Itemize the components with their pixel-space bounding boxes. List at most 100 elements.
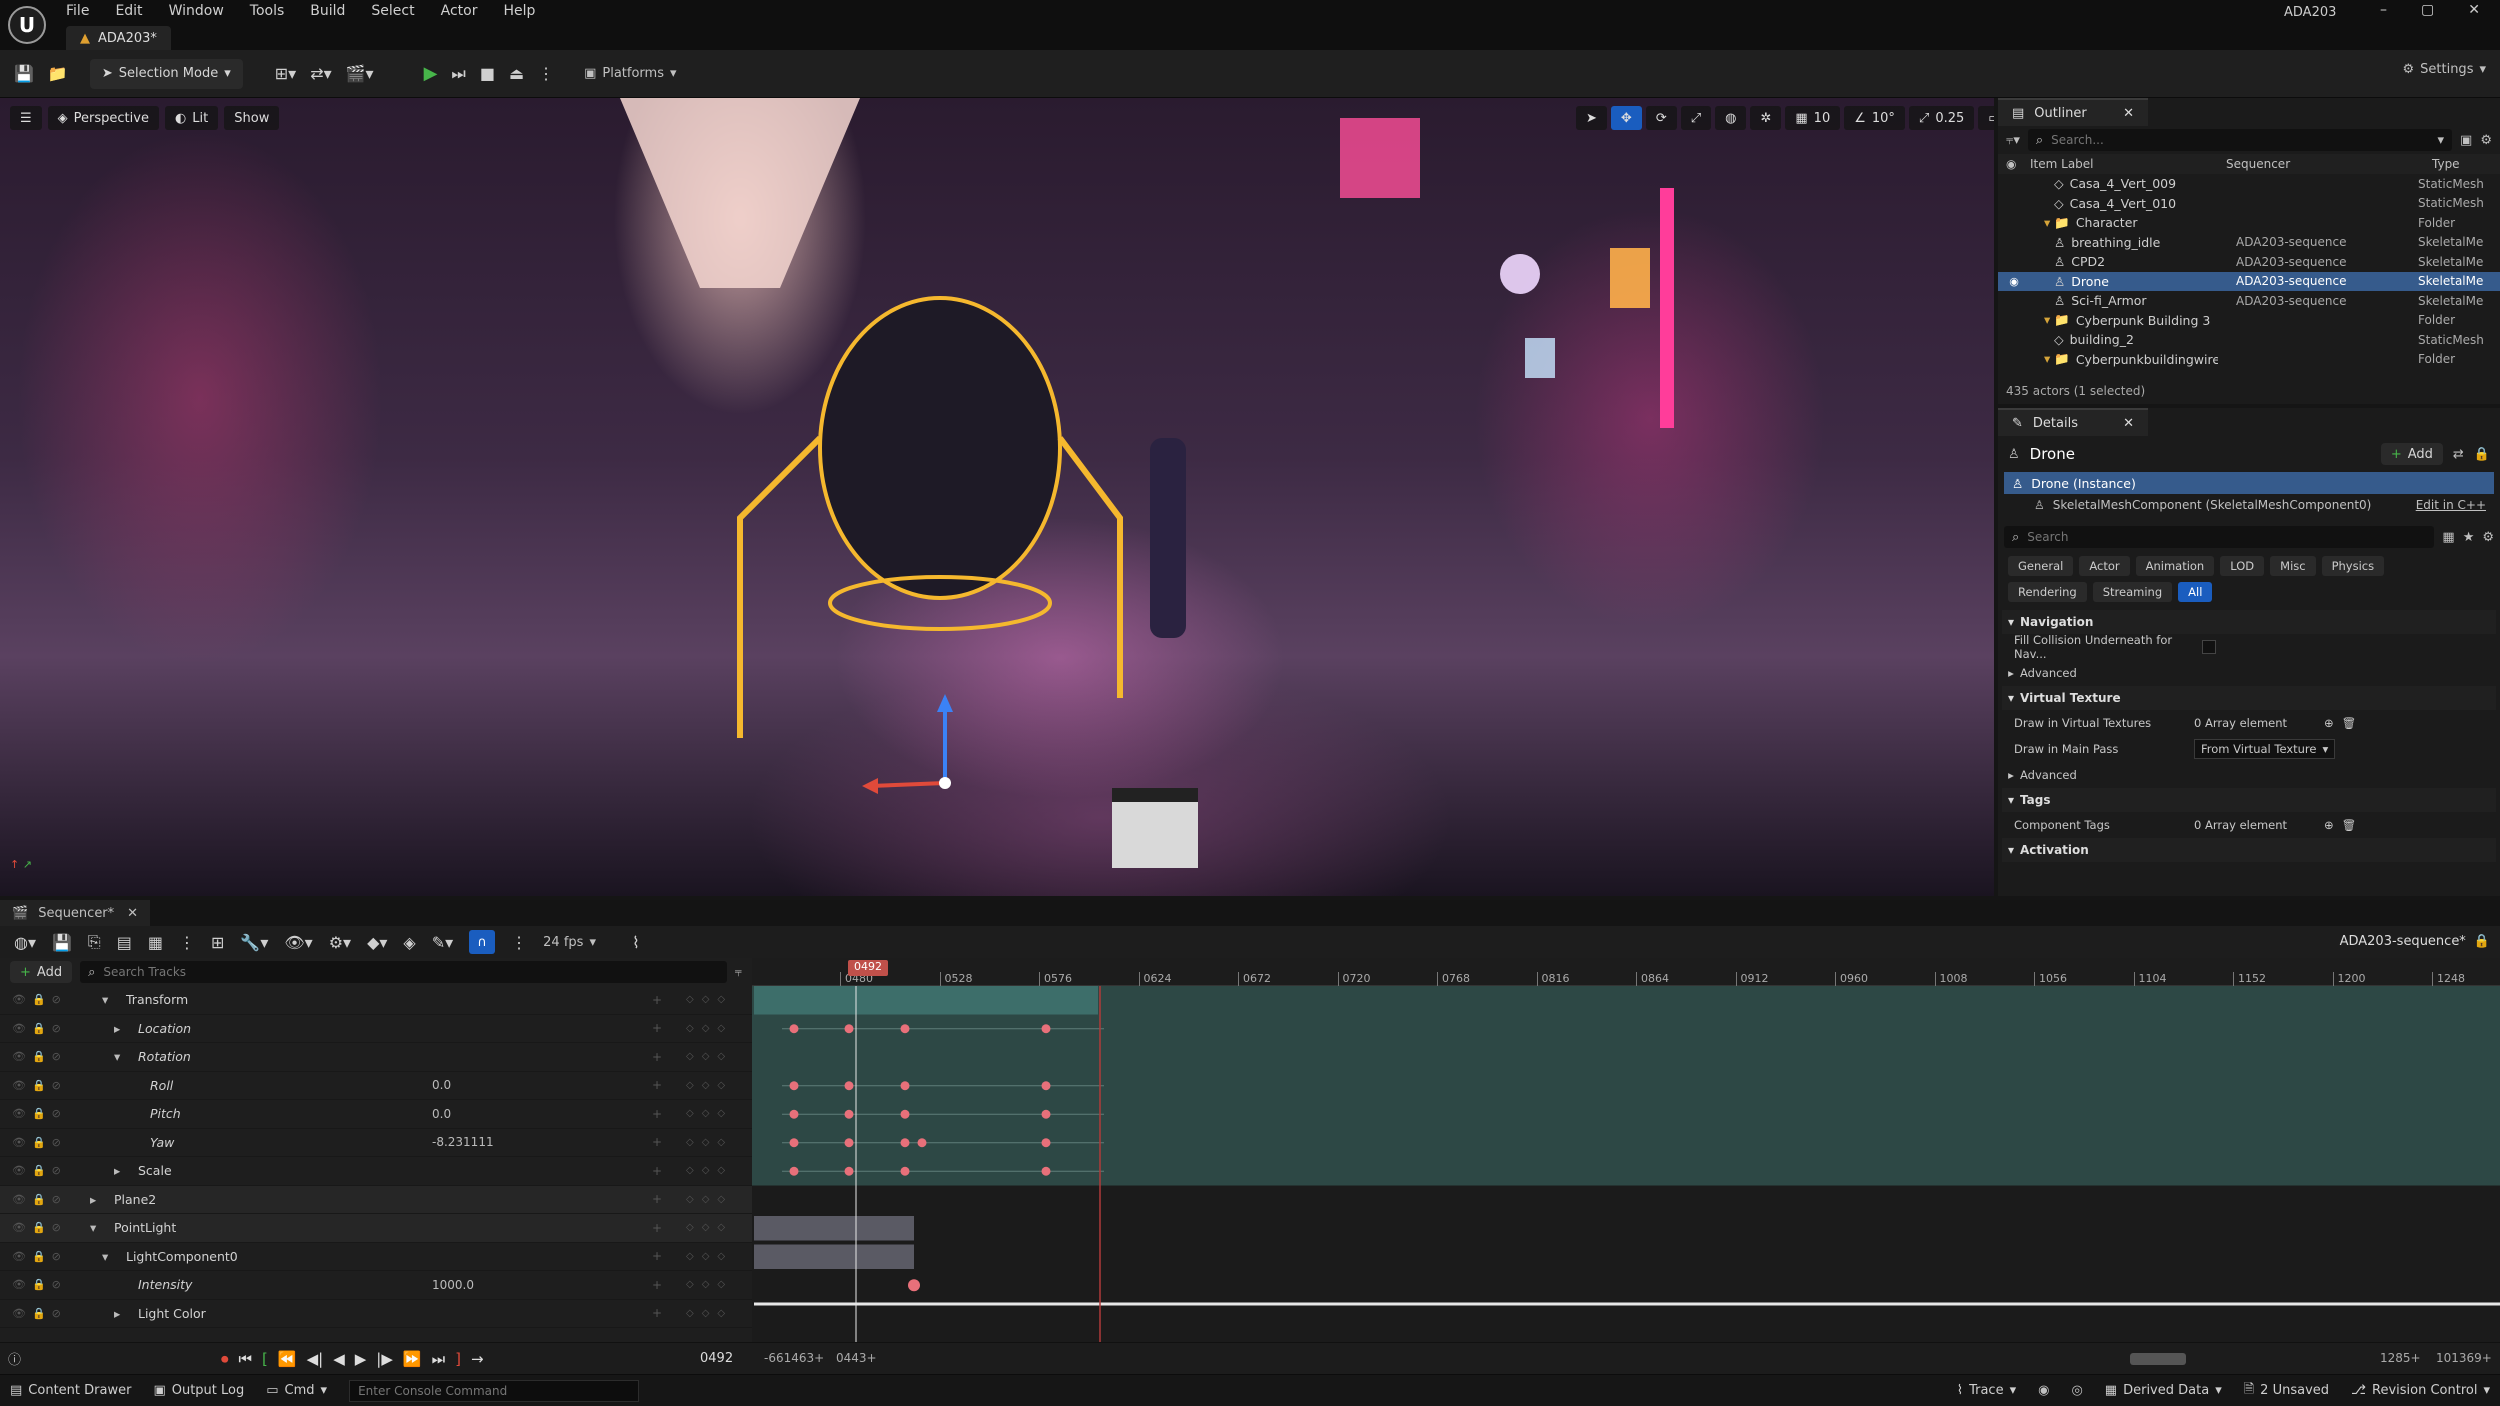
more-options-icon[interactable]: ⋮ xyxy=(511,933,527,952)
rotate-tool-button[interactable]: ⟳ xyxy=(1645,106,1677,130)
add-key-track-icon[interactable]: + xyxy=(652,1249,662,1263)
chevron-down-icon[interactable]: ▾ xyxy=(90,1220,106,1235)
keyframe[interactable] xyxy=(789,1138,799,1148)
menu-edit[interactable]: Edit xyxy=(115,3,142,19)
track-row[interactable]: 👁🔒⊘ Intensity 1000.0 + ◇◇◇ xyxy=(0,1271,752,1300)
edit-mode-icon[interactable]: ✎▾ xyxy=(432,933,453,952)
visibility-eye-icon[interactable]: ◉ xyxy=(1998,275,2030,288)
key-navigation-icon[interactable]: ◇◇◇ xyxy=(686,1023,733,1034)
component-instance-row[interactable]: ♙ Drone (Instance) xyxy=(2004,472,2494,494)
category-all-button[interactable]: All xyxy=(2178,582,2213,602)
info-icon[interactable]: ⓘ xyxy=(8,1349,21,1368)
table-view-icon[interactable]: ▦ xyxy=(2442,530,2454,545)
clapper-icon[interactable] xyxy=(1112,796,1198,868)
track-search-input[interactable] xyxy=(103,965,719,979)
gear-icon[interactable]: ⚙ xyxy=(2480,133,2492,148)
surface-snap-button[interactable]: ✲ xyxy=(1750,106,1782,130)
jump-start-icon[interactable]: ⏮ xyxy=(239,1350,253,1368)
pointlight-section[interactable] xyxy=(754,1244,914,1270)
track-row[interactable]: 👁🔒⊘ ▸ Scale + ◇◇◇ xyxy=(0,1157,752,1186)
chevron-down-icon[interactable]: ▾ xyxy=(90,992,118,1007)
track-row[interactable]: 👁🔒⊘ ▾ Rotation + ◇◇◇ xyxy=(0,1043,752,1072)
menu-select[interactable]: Select xyxy=(371,3,414,19)
section-navigation[interactable]: ▾ Navigation xyxy=(2002,610,2496,634)
trace-button[interactable]: ⌇ Trace ▾ xyxy=(1957,1383,2016,1398)
playhead-label[interactable]: 0492 xyxy=(848,960,888,976)
gizmo-x-axis[interactable] xyxy=(869,781,946,788)
track-row[interactable]: 👁🔒⊘ ▸ Location + ◇◇◇ xyxy=(0,1014,752,1043)
add-key-track-icon[interactable]: + xyxy=(652,1278,662,1292)
current-frame-field[interactable]: 0492 xyxy=(700,1351,733,1366)
perspective-button[interactable]: ◈ Perspective xyxy=(47,106,159,130)
gizmo-z-arrow[interactable] xyxy=(937,694,953,712)
cmd-dropdown[interactable]: ▭ Cmd ▾ xyxy=(266,1383,327,1398)
category-actor-button[interactable]: Actor xyxy=(2079,556,2130,576)
prev-frame-icon[interactable]: ◀| xyxy=(307,1350,324,1368)
camera-speed-button[interactable]: ▭ 1 xyxy=(1978,106,1994,130)
grid-snap-button[interactable]: ▦ 10 xyxy=(1785,106,1841,130)
maximize-button[interactable]: ▢ xyxy=(2421,2,2434,18)
unreal-logo-icon[interactable]: U xyxy=(8,6,46,44)
close-icon[interactable]: ✕ xyxy=(2123,416,2134,431)
intensity-keyframe[interactable] xyxy=(908,1279,920,1292)
more-options-icon[interactable]: ⋮ xyxy=(179,933,195,952)
section-advanced-2[interactable]: ▸ Advanced xyxy=(2002,762,2496,788)
col-type[interactable]: Type xyxy=(2432,157,2460,171)
view-end-field[interactable]: 101369+ xyxy=(2436,1351,2492,1365)
key-navigation-icon[interactable]: ◇◇◇ xyxy=(686,1308,733,1319)
key-navigation-icon[interactable]: ◇◇◇ xyxy=(686,1137,733,1148)
curve-editor-icon[interactable]: ⌇ xyxy=(632,933,640,952)
track-value[interactable]: 0.0 xyxy=(432,1107,451,1121)
trash-icon[interactable]: 🗑 xyxy=(2342,818,2357,832)
add-key-track-icon[interactable]: + xyxy=(652,1050,662,1064)
scale-tool-button[interactable]: ⤢ xyxy=(1680,106,1712,130)
blueprint-icon[interactable]: ⇄▾ xyxy=(310,64,331,83)
track-row[interactable]: 👁🔒⊘ ▾ PointLight + ◇◇◇ xyxy=(0,1214,752,1243)
outliner-row[interactable]: ◇ Casa_4_Vert_009 StaticMesh xyxy=(1998,174,2500,194)
save-icon[interactable]: 💾 xyxy=(14,64,34,83)
snap-icon[interactable]: ∩ xyxy=(469,930,496,954)
rotation-snap-button[interactable]: ∠ 10° xyxy=(1844,106,1905,130)
outliner-row[interactable]: ▾ 📁 Cyberpunkbuildingwire Folder xyxy=(1998,350,2500,370)
level-tab[interactable]: ▲ ADA203* xyxy=(66,26,171,50)
keyframe[interactable] xyxy=(900,1081,910,1091)
save-icon[interactable]: 💾 xyxy=(52,933,72,952)
section-virtual-texture[interactable]: ▾ Virtual Texture xyxy=(2002,686,2496,710)
key-navigation-icon[interactable]: ◇◇◇ xyxy=(686,1108,733,1119)
edit-cpp-link[interactable]: Edit in C++ xyxy=(2416,498,2486,512)
keyframe[interactable] xyxy=(789,1024,799,1034)
minimize-button[interactable]: – xyxy=(2380,2,2387,18)
track-lock-icon[interactable]: 👁🔒⊘ xyxy=(0,1136,90,1149)
chevron-right-icon[interactable]: ▸ xyxy=(90,1192,106,1207)
add-key-track-icon[interactable]: + xyxy=(652,1164,662,1178)
track-lock-icon[interactable]: 👁🔒⊘ xyxy=(0,993,90,1006)
details-search[interactable]: ⌕ xyxy=(2004,526,2435,548)
keyframe[interactable] xyxy=(844,1081,854,1091)
lit-button[interactable]: ◐ Lit xyxy=(164,106,219,130)
add-key-track-icon[interactable]: + xyxy=(652,1306,662,1320)
keyframe[interactable] xyxy=(844,1138,854,1148)
keyframe[interactable] xyxy=(1041,1138,1051,1148)
add-key-track-icon[interactable]: + xyxy=(652,1221,662,1235)
auto-key-icon[interactable]: ◈ xyxy=(403,933,415,952)
track-lock-icon[interactable]: 👁🔒⊘ xyxy=(0,1164,90,1177)
track-value[interactable]: 0.0 xyxy=(432,1078,451,1092)
track-row[interactable]: 👁🔒⊘ ▾ LightComponent0 + ◇◇◇ xyxy=(0,1242,752,1271)
cinematics-icon[interactable]: 🎬▾ xyxy=(346,64,374,83)
menu-window[interactable]: Window xyxy=(169,3,224,19)
category-general-button[interactable]: General xyxy=(2008,556,2074,576)
track-search[interactable]: ⌕ xyxy=(80,961,727,983)
track-row[interactable]: 👁🔒⊘ Yaw -8.231111 + ◇◇◇ xyxy=(0,1128,752,1157)
record-status-icon[interactable]: ◉ xyxy=(2038,1383,2049,1398)
track-lock-icon[interactable]: 👁🔒⊘ xyxy=(0,1307,90,1320)
category-physics-button[interactable]: Physics xyxy=(2321,556,2385,576)
draw-in-main-dropdown[interactable]: From Virtual Texture ▾ xyxy=(2194,739,2336,759)
section-activation[interactable]: ▾ Activation xyxy=(2002,838,2496,862)
add-element-icon[interactable]: ⊕ xyxy=(2324,818,2334,832)
outliner-row[interactable]: ◉ ♙ Drone ADA203-sequence SkeletalMes xyxy=(1998,271,2500,291)
keyframe[interactable] xyxy=(917,1138,927,1148)
world-local-button[interactable]: ◍ xyxy=(1715,106,1747,130)
record-icon[interactable]: ⏺ xyxy=(221,1350,229,1368)
blueprint-convert-icon[interactable]: ⇄ xyxy=(2453,447,2464,462)
more-options-icon[interactable]: ⋮ xyxy=(538,64,554,83)
